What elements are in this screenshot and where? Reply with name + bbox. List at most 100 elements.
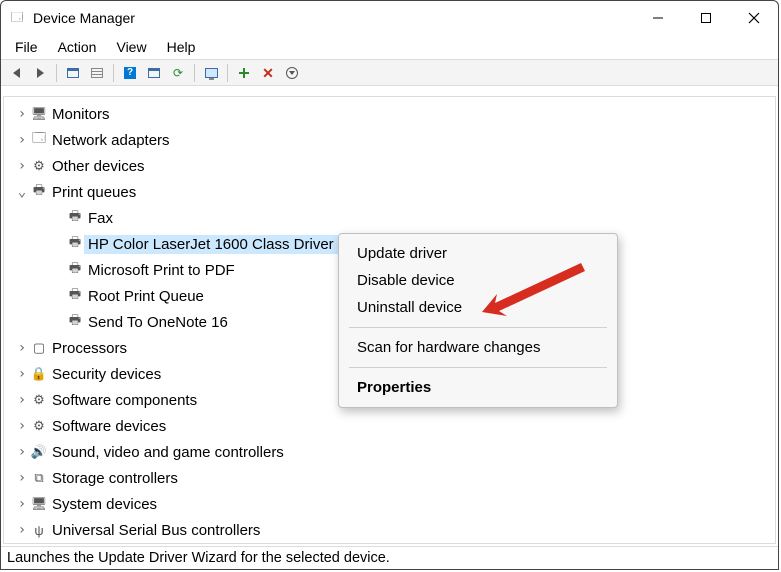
tree-label: Universal Serial Bus controllers: [48, 521, 264, 540]
menu-bar: File Action View Help: [1, 35, 778, 59]
toolbar-separator: [227, 64, 228, 82]
refresh-button[interactable]: ⟳: [167, 62, 189, 84]
status-text: Launches the Update Driver Wizard for th…: [7, 550, 390, 566]
status-bar: Launches the Update Driver Wizard for th…: [1, 546, 778, 569]
tree-label: Security devices: [48, 365, 165, 384]
context-menu-disable-device[interactable]: Disable device: [339, 267, 617, 294]
printer-icon: 🖶: [66, 285, 84, 307]
device-manager-window: 🗔 Device Manager File Action View Help ?: [0, 0, 779, 570]
menu-help[interactable]: Help: [157, 37, 206, 57]
network-icon: 🗔: [30, 129, 48, 151]
toolbar-separator: [113, 64, 114, 82]
tree-label: Storage controllers: [48, 469, 182, 488]
help-button[interactable]: ?: [119, 62, 141, 84]
enable-device-button[interactable]: [233, 62, 255, 84]
tree-label: Microsoft Print to PDF: [84, 261, 239, 280]
uninstall-device-icon: ✕: [262, 66, 274, 80]
toolbar-separator: [194, 64, 195, 82]
menu-action[interactable]: Action: [48, 37, 107, 57]
chevron-right-icon[interactable]: [14, 132, 30, 148]
properties-icon: [91, 68, 103, 78]
tree-label: Monitors: [48, 105, 114, 124]
chevron-right-icon[interactable]: [14, 106, 30, 122]
chevron-right-icon[interactable]: [14, 158, 30, 174]
context-menu-separator: [349, 327, 607, 328]
monitor-icon: 🖥: [30, 106, 48, 122]
tree-label: HP Color LaserJet 1600 Class Driver: [84, 235, 338, 254]
help-icon: ?: [124, 67, 136, 79]
chip-icon: ⧉: [30, 470, 48, 486]
context-menu-scan-for-hardware-changes[interactable]: Scan for hardware changes: [339, 334, 617, 361]
context-menu-properties[interactable]: Properties: [339, 374, 617, 401]
chevron-right-icon[interactable]: [14, 340, 30, 356]
enable-device-icon: [239, 68, 249, 78]
gear-icon: ⚙: [30, 418, 48, 434]
forward-icon: [37, 68, 44, 78]
close-button[interactable]: [730, 1, 778, 35]
tree-node-system-devices[interactable]: 🖥System devices: [4, 491, 775, 517]
scan-hardware-button[interactable]: [281, 62, 303, 84]
action-properties-icon: [148, 68, 160, 78]
chevron-right-icon[interactable]: [14, 470, 30, 486]
scan-hardware-icon: [286, 67, 298, 79]
system-icon: 🖥: [30, 496, 48, 512]
tree-label: Other devices: [48, 157, 149, 176]
gear-icon: ⚙: [30, 392, 48, 408]
usb-icon: ψ: [30, 523, 48, 538]
action-properties-button[interactable]: [143, 62, 165, 84]
tree-node-fax[interactable]: 🖶Fax: [4, 205, 775, 231]
back-button[interactable]: [5, 62, 27, 84]
chevron-right-icon[interactable]: [14, 522, 30, 538]
tree-node-monitors[interactable]: 🖥Monitors: [4, 101, 775, 127]
uninstall-device-button[interactable]: ✕: [257, 62, 279, 84]
tree-label: Processors: [48, 339, 131, 358]
lock-icon: 🔒: [30, 366, 48, 382]
context-menu-separator: [349, 367, 607, 368]
forward-button[interactable]: [29, 62, 51, 84]
tree-label: Software devices: [48, 417, 170, 436]
properties-button[interactable]: [86, 62, 108, 84]
title-bar: 🗔 Device Manager: [1, 1, 778, 35]
chevron-down-icon[interactable]: [14, 184, 30, 200]
maximize-icon: [700, 12, 712, 24]
tree-node-sound-video[interactable]: 🔊Sound, video and game controllers: [4, 439, 775, 465]
tree-label: Root Print Queue: [84, 287, 208, 306]
tree-node-software-devices[interactable]: ⚙Software devices: [4, 413, 775, 439]
minimize-icon: [652, 12, 664, 24]
update-driver-button[interactable]: [200, 62, 222, 84]
speaker-icon: 🔊: [30, 444, 48, 460]
menu-file[interactable]: File: [5, 37, 48, 57]
chevron-right-icon[interactable]: [14, 444, 30, 460]
chevron-right-icon[interactable]: [14, 418, 30, 434]
tree-node-storage-controllers[interactable]: ⧉Storage controllers: [4, 465, 775, 491]
tree-label: Sound, video and game controllers: [48, 443, 288, 462]
menu-view[interactable]: View: [106, 37, 156, 57]
window-title: Device Manager: [33, 10, 634, 26]
chevron-right-icon[interactable]: [14, 496, 30, 512]
tree-node-other-devices[interactable]: ⚙Other devices: [4, 153, 775, 179]
printer-icon: 🖶: [66, 259, 84, 281]
context-menu-uninstall-device[interactable]: Uninstall device: [339, 294, 617, 321]
tree-node-usb-controllers[interactable]: ψUniversal Serial Bus controllers: [4, 517, 775, 543]
tree-label: Send To OneNote 16: [84, 313, 232, 332]
tree-node-print-queues[interactable]: 🖶Print queues: [4, 179, 775, 205]
back-icon: [13, 68, 20, 78]
chevron-right-icon[interactable]: [14, 366, 30, 382]
refresh-icon: ⟳: [173, 66, 183, 80]
console-tree-button[interactable]: [62, 62, 84, 84]
context-menu-update-driver[interactable]: Update driver: [339, 240, 617, 267]
console-tree-icon: [67, 68, 79, 78]
update-driver-icon: [205, 68, 218, 78]
tree-label: Fax: [84, 209, 117, 228]
toolbar-separator: [56, 64, 57, 82]
close-icon: [748, 12, 760, 24]
printer-icon: 🖶: [66, 207, 84, 229]
maximize-button[interactable]: [682, 1, 730, 35]
tree-label: Network adapters: [48, 131, 174, 150]
minimize-button[interactable]: [634, 1, 682, 35]
chevron-right-icon[interactable]: [14, 392, 30, 408]
tree-node-network-adapters[interactable]: 🗔Network adapters: [4, 127, 775, 153]
toolbar: ? ⟳ ✕: [1, 59, 778, 86]
app-icon: 🗔: [9, 10, 25, 26]
tree-label: Software components: [48, 391, 201, 410]
